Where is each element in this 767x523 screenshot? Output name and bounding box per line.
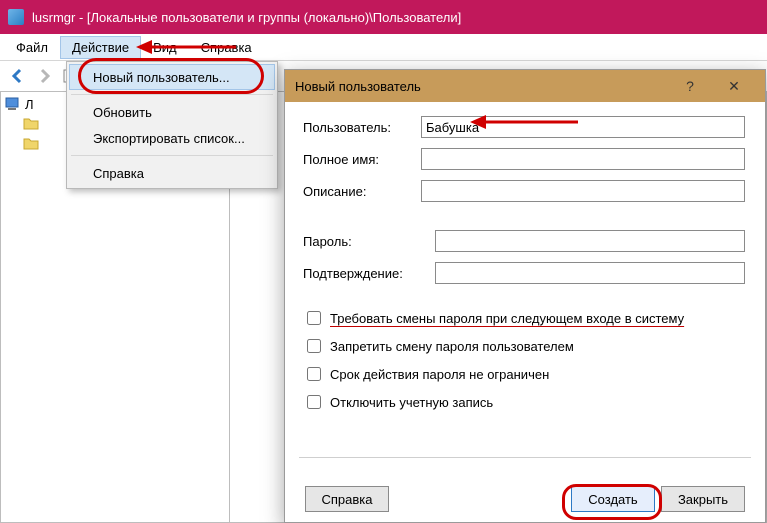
tree-root-label: Л — [25, 97, 34, 112]
chk-disabled-label: Отключить учетную запись — [330, 395, 493, 410]
action-dropdown: Новый пользователь... Обновить Экспортир… — [66, 61, 278, 189]
fullname-field[interactable] — [421, 148, 745, 170]
dropdown-refresh[interactable]: Обновить — [69, 99, 275, 125]
chk-never-expires[interactable] — [307, 367, 321, 381]
chk-cannot-change-label: Запретить смену пароля пользователем — [330, 339, 574, 354]
label-confirm: Подтверждение: — [303, 266, 435, 281]
arrow-right-icon — [36, 68, 52, 84]
dropdown-help[interactable]: Справка — [69, 160, 275, 186]
dropdown-separator — [71, 94, 273, 95]
window-title: lusrmgr - [Локальные пользователи и груп… — [32, 10, 461, 25]
menu-file[interactable]: Файл — [4, 36, 60, 59]
menubar: Файл Действие Вид Справка — [0, 34, 767, 61]
menu-action[interactable]: Действие — [60, 36, 141, 59]
user-field[interactable] — [421, 116, 745, 138]
dialog-close-button[interactable]: ✕ — [713, 71, 755, 101]
chk-never-expires-label: Срок действия пароля не ограничен — [330, 367, 549, 382]
label-password: Пароль: — [303, 234, 435, 249]
dialog-titlebar: Новый пользователь ? ✕ — [285, 70, 765, 102]
app-icon — [8, 9, 24, 25]
dialog-separator — [299, 457, 751, 458]
description-field[interactable] — [421, 180, 745, 202]
menu-help[interactable]: Справка — [189, 36, 264, 59]
dropdown-export[interactable]: Экспортировать список... — [69, 125, 275, 151]
chk-must-change-label: Требовать смены пароля при следующем вхо… — [330, 311, 684, 326]
password-field[interactable] — [435, 230, 745, 252]
label-user: Пользователь: — [303, 120, 421, 135]
dialog-help-button[interactable]: ? — [669, 71, 711, 101]
back-button[interactable] — [8, 66, 28, 86]
folder-icon — [23, 116, 39, 132]
chk-must-change[interactable] — [307, 311, 321, 325]
confirm-field[interactable] — [435, 262, 745, 284]
menu-view[interactable]: Вид — [141, 36, 189, 59]
chk-disabled[interactable] — [307, 395, 321, 409]
label-fullname: Полное имя: — [303, 152, 421, 167]
dialog-title: Новый пользователь — [295, 79, 421, 94]
new-user-dialog: Новый пользователь ? ✕ Пользователь: Пол… — [284, 69, 766, 523]
dropdown-new-user[interactable]: Новый пользователь... — [69, 64, 275, 90]
arrow-left-icon — [10, 68, 26, 84]
forward-button[interactable] — [34, 66, 54, 86]
label-description: Описание: — [303, 184, 421, 199]
help-button[interactable]: Справка — [305, 486, 389, 512]
window-titlebar: lusrmgr - [Локальные пользователи и груп… — [0, 0, 767, 34]
close-button[interactable]: Закрыть — [661, 486, 745, 512]
create-button[interactable]: Создать — [571, 486, 655, 512]
computer-icon — [5, 96, 21, 112]
dropdown-separator — [71, 155, 273, 156]
folder-icon — [23, 136, 39, 152]
chk-cannot-change[interactable] — [307, 339, 321, 353]
